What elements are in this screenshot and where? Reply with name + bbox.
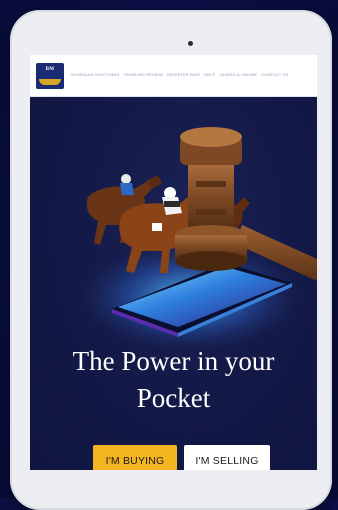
hero-illustration bbox=[70, 127, 317, 347]
camera-icon bbox=[188, 41, 193, 46]
logo-band bbox=[39, 79, 61, 85]
hero-headline-line2: Pocket bbox=[136, 383, 211, 413]
im-selling-button[interactable]: I'M SELLING bbox=[184, 445, 270, 470]
nav-item-help[interactable]: HELP bbox=[204, 72, 215, 77]
nav-item-guides[interactable]: GUIDES & ONLINE bbox=[220, 72, 257, 77]
nav-item-schedule[interactable]: SCHEDULE ELECTIONS bbox=[71, 72, 119, 77]
nav-item-register-bids[interactable]: REGISTER BIDS bbox=[167, 72, 200, 77]
nav-menu: SCHEDULE ELECTIONS YEARLING REVIEW REGIS… bbox=[71, 72, 291, 77]
hero-headline: The Power in your Pocket bbox=[30, 343, 317, 417]
saddle-cloth bbox=[152, 223, 162, 231]
nav-item-contact[interactable]: CONTACT US bbox=[261, 72, 288, 77]
nav-item-yearling-review[interactable]: YEARLING REVIEW bbox=[124, 72, 163, 77]
top-navbar: BM SCHEDULE ELECTIONS YEARLING REVIEW RE… bbox=[30, 55, 317, 97]
im-buying-button[interactable]: I'M BUYING bbox=[93, 445, 177, 470]
logo-text: BM bbox=[45, 67, 55, 72]
hero-section: The Power in your Pocket I'M BUYING I'M … bbox=[30, 97, 317, 470]
hero-headline-line1: The Power in your bbox=[72, 346, 275, 376]
tablet-screen: BM SCHEDULE ELECTIONS YEARLING REVIEW RE… bbox=[30, 55, 317, 470]
brand-logo[interactable]: BM bbox=[36, 63, 64, 89]
